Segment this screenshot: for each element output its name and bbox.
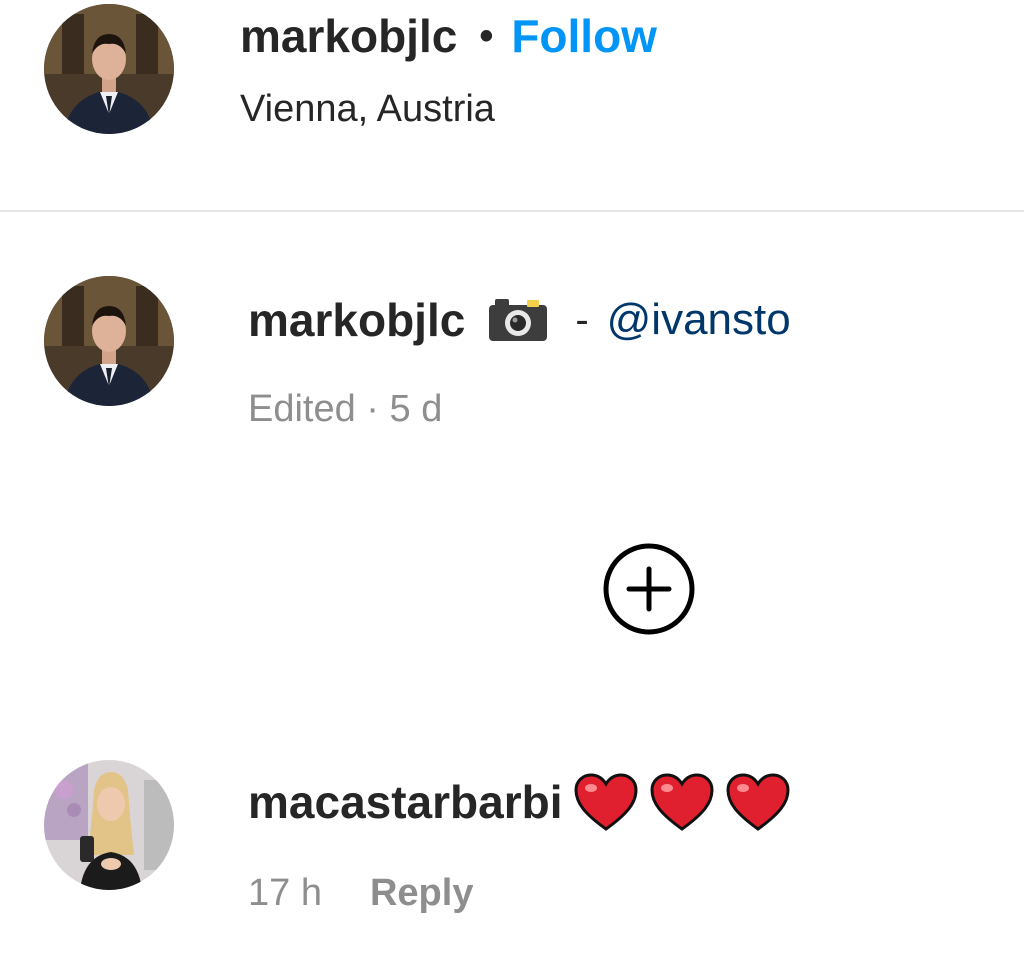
red-heart-icon [649,772,715,832]
red-heart-icon [725,772,791,832]
man-in-suit-avatar-image [44,276,174,406]
caption-meta: Edited · 5 d [248,388,443,430]
reply-button[interactable]: Reply [370,872,473,915]
man-in-suit-avatar-image [44,4,174,134]
red-heart-icon [573,772,639,832]
comment-time: 17 h [248,872,322,914]
camera-with-flash-icon [487,297,549,343]
location-label[interactable]: Vienna, Austria [240,88,495,131]
header-username[interactable]: markobjlc [240,9,457,63]
header-avatar[interactable] [44,4,174,134]
comment-meta: 17 h Reply [248,872,473,915]
commenter-avatar[interactable] [44,760,174,890]
mention-link[interactable]: @ivansto [607,295,791,345]
commenter-username[interactable]: macastarbarbi [248,775,563,829]
follow-button[interactable]: Follow [511,9,657,63]
caption-avatar[interactable] [44,276,174,406]
plus-circle-icon [603,543,695,635]
caption-username[interactable]: markobjlc [248,293,465,347]
woman-avatar-image [44,760,174,890]
load-more-comments-button[interactable] [602,542,696,636]
header-separator: • [479,13,494,58]
caption-dash: - [575,297,589,342]
divider [0,210,1024,212]
